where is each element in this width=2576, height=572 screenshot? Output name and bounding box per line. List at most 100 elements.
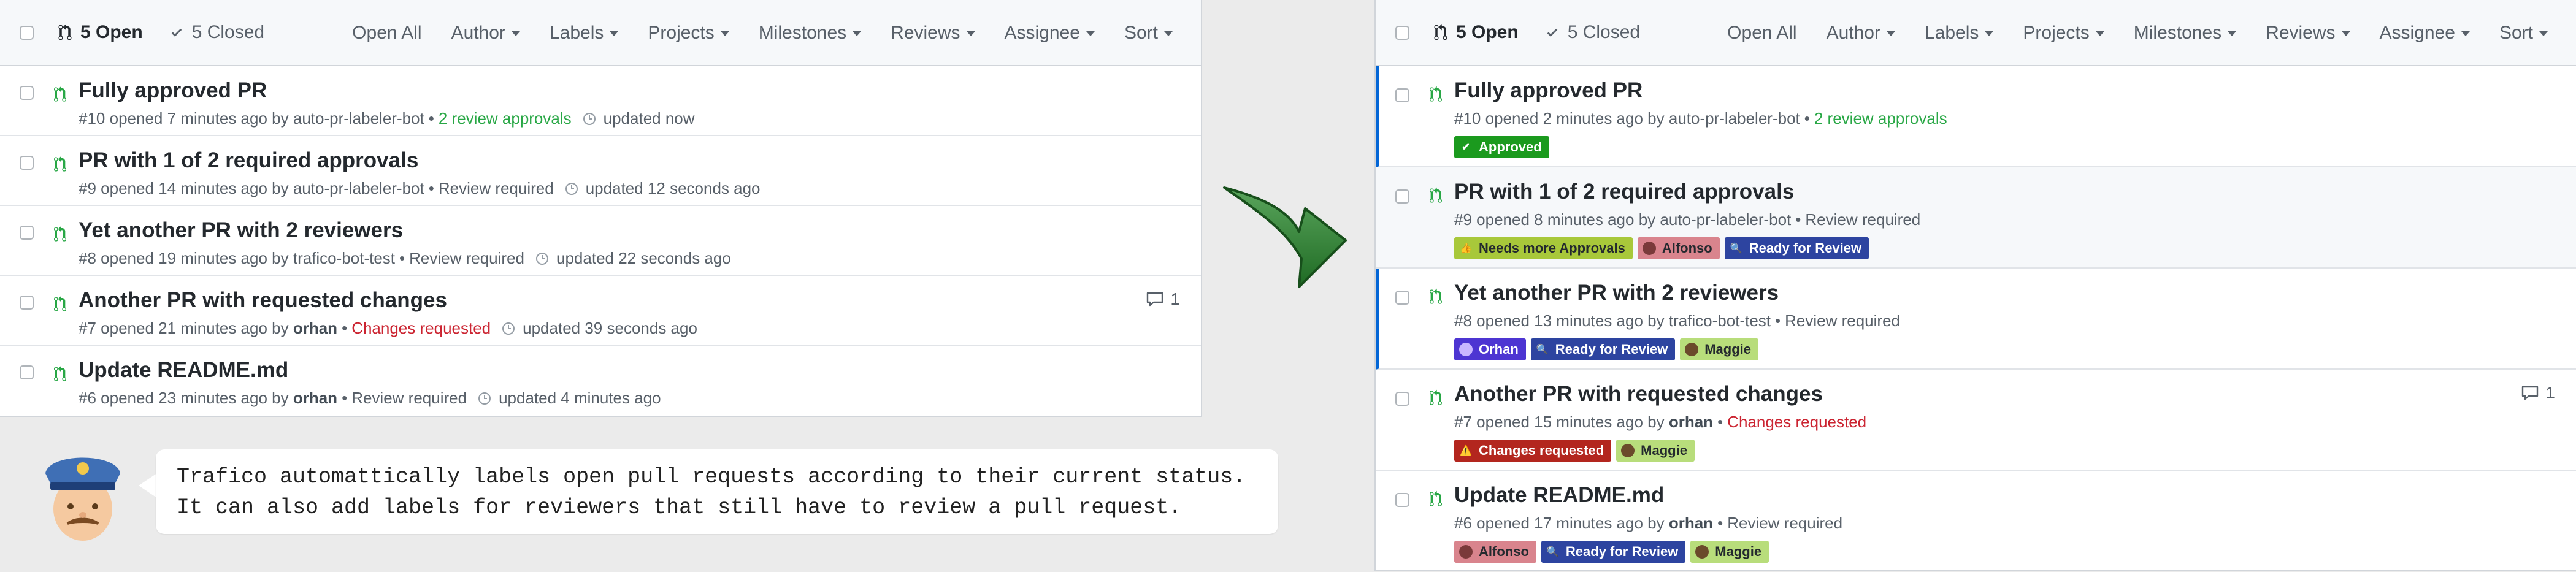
- select-all-checkbox[interactable]: [1395, 25, 1409, 40]
- pr-row[interactable]: Yet another PR with 2 reviewers #8 opene…: [1376, 269, 2576, 370]
- label-reviewer-maggie[interactable]: Maggie: [1680, 338, 1758, 360]
- filter-open-all[interactable]: Open All: [1727, 23, 1796, 44]
- label-list: 👍 Needs more Approvals Alfonso 🔍 Ready for…: [1454, 237, 1869, 259]
- pr-author-link[interactable]: orhan: [1669, 413, 1713, 432]
- pr-title-link[interactable]: PR with 1 of 2 required approvals: [79, 148, 418, 173]
- review-status[interactable]: Review required: [1805, 210, 1920, 229]
- filter-projects[interactable]: Projects: [2023, 23, 2104, 44]
- pr-title-link[interactable]: PR with 1 of 2 required approvals: [1454, 180, 1794, 204]
- pr-row[interactable]: PR with 1 of 2 required approvals #9 ope…: [0, 136, 1201, 206]
- caret-down-icon: [1164, 31, 1173, 36]
- caret-down-icon: [720, 31, 729, 36]
- filter-assignee[interactable]: Assignee: [2380, 23, 2470, 44]
- row-checkbox[interactable]: [1395, 291, 1409, 305]
- row-checkbox[interactable]: [1395, 88, 1409, 102]
- review-status[interactable]: 2 review approvals: [1814, 109, 1947, 128]
- open-filter[interactable]: 5 Open: [58, 22, 143, 43]
- pr-meta: #9 opened 8 minutes ago by auto-pr-label…: [1454, 210, 1921, 229]
- bubble-line-2: It can also add labels for reviewers tha…: [177, 495, 1182, 520]
- filter-sort[interactable]: Sort: [2499, 23, 2548, 44]
- row-checkbox[interactable]: [20, 226, 34, 240]
- pr-title-link[interactable]: Fully approved PR: [79, 78, 267, 103]
- row-checkbox[interactable]: [20, 365, 34, 379]
- label-ready-for-review[interactable]: 🔍 Ready for Review: [1541, 541, 1686, 563]
- review-status[interactable]: 2 review approvals: [439, 109, 572, 128]
- pr-title-link[interactable]: Update README.md: [79, 358, 288, 383]
- pr-row[interactable]: PR with 1 of 2 required approvals #9 ope…: [1376, 167, 2576, 269]
- closed-filter[interactable]: 5 Closed: [169, 22, 264, 43]
- pr-author-link[interactable]: orhan: [1669, 514, 1713, 533]
- review-status[interactable]: Review required: [409, 249, 524, 268]
- pr-title-link[interactable]: Yet another PR with 2 reviewers: [79, 218, 403, 243]
- check-icon: [1547, 28, 1557, 37]
- review-status[interactable]: Review required: [439, 179, 554, 198]
- review-status[interactable]: Review required: [351, 389, 467, 408]
- filter-labels[interactable]: Labels: [550, 23, 619, 44]
- row-checkbox[interactable]: [20, 86, 34, 100]
- pull-request-icon: [54, 86, 66, 102]
- label-ready-for-review[interactable]: 🔍 Ready for Review: [1530, 338, 1676, 360]
- comments-link[interactable]: 1: [2521, 383, 2555, 403]
- pr-author-link[interactable]: trafico-bot-test: [293, 249, 395, 268]
- pr-title-link[interactable]: Update README.md: [1454, 483, 1664, 508]
- pr-row[interactable]: Yet another PR with 2 reviewers #8 opene…: [0, 206, 1201, 276]
- label-reviewer-maggie[interactable]: Maggie: [1616, 440, 1695, 462]
- filter-author[interactable]: Author: [451, 23, 520, 44]
- pr-title-link[interactable]: Another PR with requested changes: [1454, 382, 1823, 406]
- filter-milestones[interactable]: Milestones: [759, 23, 862, 44]
- filter-labels[interactable]: Labels: [1925, 23, 1994, 44]
- filter-sort[interactable]: Sort: [1124, 23, 1173, 44]
- pr-author-link[interactable]: orhan: [293, 389, 337, 408]
- pr-title-link[interactable]: Fully approved PR: [1454, 78, 1643, 103]
- row-checkbox[interactable]: [20, 156, 34, 170]
- label-reviewer-maggie[interactable]: Maggie: [1690, 541, 1769, 563]
- filter-author[interactable]: Author: [1827, 23, 1895, 44]
- review-status[interactable]: Review required: [1785, 311, 1900, 330]
- pr-author-link[interactable]: auto-pr-labeler-bot: [1660, 210, 1791, 229]
- filter-projects[interactable]: Projects: [648, 23, 729, 44]
- filter-reviews[interactable]: Reviews: [891, 23, 975, 44]
- filter-assignee[interactable]: Assignee: [1005, 23, 1095, 44]
- label-approved[interactable]: ✔ Approved: [1454, 136, 1549, 158]
- caret-down-icon: [966, 31, 975, 36]
- transition-arrow-icon: [1223, 186, 1347, 288]
- select-all-checkbox[interactable]: [20, 25, 34, 40]
- label-reviewer-alfonso[interactable]: Alfonso: [1454, 541, 1536, 563]
- pr-row[interactable]: Update README.md #6 opened 23 minutes ag…: [0, 346, 1201, 416]
- row-checkbox[interactable]: [1395, 493, 1409, 507]
- label-reviewer-alfonso[interactable]: Alfonso: [1637, 237, 1720, 259]
- pr-author-link[interactable]: trafico-bot-test: [1669, 311, 1771, 330]
- pr-row[interactable]: Another PR with requested changes 1 #7 o…: [0, 276, 1201, 346]
- row-checkbox[interactable]: [1395, 392, 1409, 406]
- closed-filter[interactable]: 5 Closed: [1544, 22, 1640, 43]
- pr-row[interactable]: Another PR with requested changes 1 #7 o…: [1376, 370, 2576, 471]
- open-filter[interactable]: 5 Open: [1434, 22, 1519, 43]
- row-checkbox[interactable]: [1395, 189, 1409, 204]
- filter-reviews[interactable]: Reviews: [2266, 23, 2350, 44]
- filter-open-all[interactable]: Open All: [352, 23, 421, 44]
- label-changes-requested[interactable]: ⚠️ Changes requested: [1454, 440, 1612, 462]
- pr-row[interactable]: Update README.md #6 opened 17 minutes ag…: [1376, 471, 2576, 572]
- pr-author-link[interactable]: auto-pr-labeler-bot: [1669, 109, 1800, 128]
- closed-count: 5 Closed: [191, 22, 265, 42]
- pr-author-link[interactable]: auto-pr-labeler-bot: [293, 109, 424, 128]
- pr-title-link[interactable]: Yet another PR with 2 reviewers: [1454, 281, 1779, 305]
- pr-author-link[interactable]: auto-pr-labeler-bot: [293, 179, 424, 198]
- label-needs-more-approvals[interactable]: 👍 Needs more Approvals: [1454, 237, 1633, 259]
- pr-author-link[interactable]: orhan: [293, 319, 337, 338]
- review-status[interactable]: Changes requested: [1727, 413, 1866, 432]
- pull-request-icon: [54, 226, 66, 242]
- row-checkbox[interactable]: [20, 296, 34, 310]
- pr-row[interactable]: Fully approved PR #10 opened 2 minutes a…: [1376, 66, 2576, 167]
- pr-row[interactable]: Fully approved PR #10 opened 7 minutes a…: [0, 66, 1201, 136]
- comments-link[interactable]: 1: [1146, 289, 1180, 309]
- list-header: 5 Open 5 Closed Open All Author Labels P…: [1376, 0, 2576, 66]
- check-icon: [171, 28, 182, 37]
- label-reviewer-orhan[interactable]: Orhan: [1454, 338, 1526, 360]
- pr-title-link[interactable]: Another PR with requested changes: [79, 288, 447, 313]
- label-ready-for-review[interactable]: 🔍 Ready for Review: [1724, 237, 1869, 259]
- bubble-line-1: Trafico automattically labels open pull …: [177, 465, 1246, 489]
- review-status[interactable]: Changes requested: [351, 319, 491, 338]
- filter-milestones[interactable]: Milestones: [2134, 23, 2237, 44]
- review-status[interactable]: Review required: [1727, 514, 1842, 533]
